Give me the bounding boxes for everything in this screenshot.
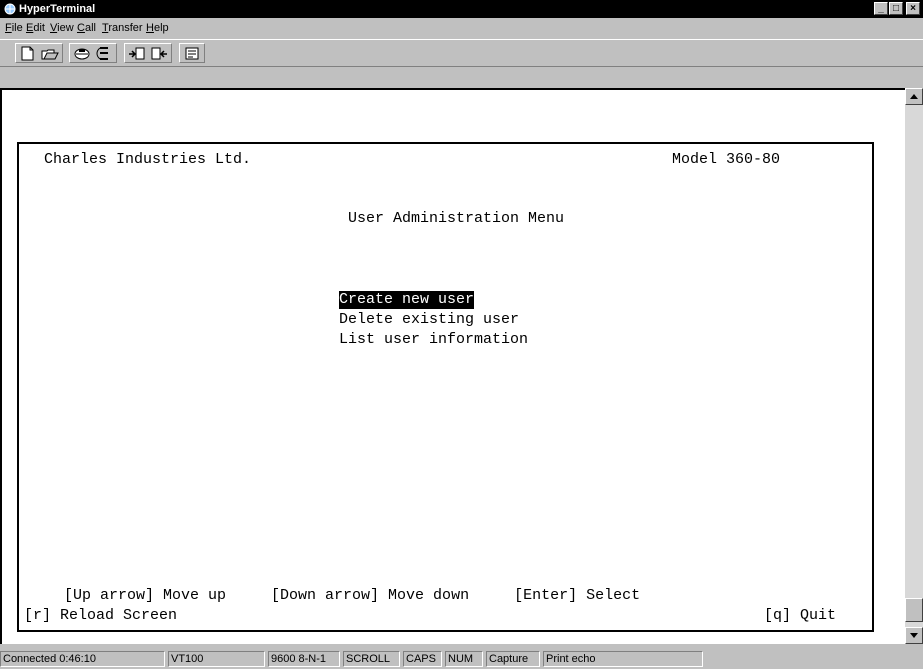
menu-view[interactable]: View <box>50 22 74 34</box>
send-icon[interactable] <box>126 45 148 62</box>
menu-edit[interactable]: Edit <box>26 22 45 34</box>
terminal-screen-border: Charles Industries Ltd. Model 360-80 Use… <box>17 142 874 632</box>
close-button[interactable]: × <box>906 2 920 15</box>
status-print-echo: Print echo <box>543 651 703 667</box>
reload-hint: [r] Reload Screen <box>24 607 178 624</box>
option-create-user[interactable]: Create new user <box>339 291 475 309</box>
toolbar-group-file <box>15 43 63 63</box>
quit-hint: [q] Quit <box>764 607 837 624</box>
maximize-button[interactable]: □ <box>889 2 903 15</box>
receive-icon[interactable] <box>148 45 170 62</box>
menu-call[interactable]: Call <box>77 22 96 34</box>
scroll-thumb[interactable] <box>905 598 923 622</box>
connect-icon[interactable] <box>71 45 93 62</box>
title-bar: HyperTerminal _ □ × <box>0 0 923 18</box>
minimize-icon: _ <box>878 3 884 14</box>
properties-icon[interactable] <box>181 45 203 62</box>
status-settings: 9600 8-N-1 <box>268 651 340 667</box>
toolbar-group-call <box>69 43 117 63</box>
status-caps: CAPS <box>403 651 442 667</box>
company-name: Charles Industries Ltd. <box>44 151 252 168</box>
open-folder-icon[interactable] <box>39 45 61 62</box>
close-icon: × <box>910 3 916 14</box>
minimize-button[interactable]: _ <box>874 2 888 15</box>
status-num: NUM <box>445 651 483 667</box>
status-connected: Connected 0:46:10 <box>0 651 165 667</box>
toolbar-group-transfer <box>124 43 172 63</box>
toolbar <box>0 39 923 67</box>
option-list-user-info[interactable]: List user information <box>339 331 528 349</box>
menu-transfer[interactable]: Transfer <box>102 22 143 34</box>
window-title: HyperTerminal <box>19 3 96 15</box>
vertical-scrollbar[interactable] <box>905 88 923 644</box>
option-delete-user[interactable]: Delete existing user <box>339 311 519 329</box>
help-line: [Up arrow] Move up [Down arrow] Move dow… <box>64 587 641 604</box>
menu-file[interactable]: File <box>5 22 23 34</box>
arrow-up-icon <box>910 94 918 99</box>
restore-icon: □ <box>892 3 900 14</box>
status-emulation: VT100 <box>168 651 265 667</box>
model-number: Model 360-80 <box>672 151 781 168</box>
toolbar-group-properties <box>179 43 205 63</box>
new-document-icon[interactable] <box>17 45 39 62</box>
menu-help[interactable]: Help <box>146 22 169 34</box>
scroll-down-button[interactable] <box>905 627 923 644</box>
status-scroll: SCROLL <box>343 651 400 667</box>
disconnect-icon[interactable] <box>93 45 115 62</box>
menu-title: User Administration Menu <box>348 210 565 227</box>
scroll-up-button[interactable] <box>905 88 923 105</box>
status-bar: Connected 0:46:10 VT100 9600 8-N-1 SCROL… <box>0 649 923 669</box>
status-capture: Capture <box>486 651 540 667</box>
menu-bar: File Edit View Call Transfer Help <box>0 19 923 37</box>
hyperterminal-icon <box>4 3 16 15</box>
arrow-down-icon <box>910 633 918 638</box>
